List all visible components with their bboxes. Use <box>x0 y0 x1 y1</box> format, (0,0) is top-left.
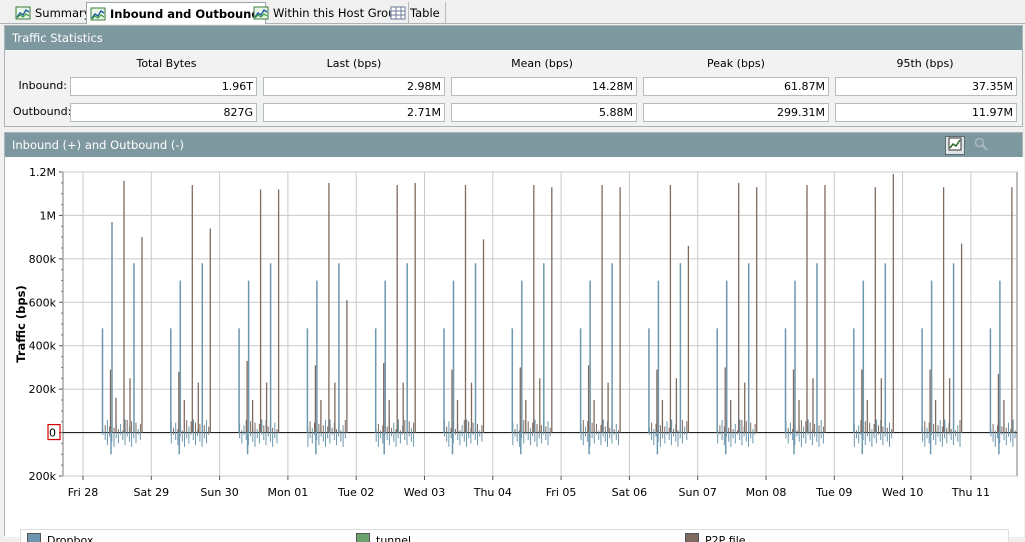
x-tick-label: Thu 04 <box>473 486 512 499</box>
legend-swatch <box>685 533 699 542</box>
inbound-peak: 61.87M <box>643 77 829 96</box>
panel-header: Traffic Statistics <box>5 26 1022 50</box>
outbound-mean: 5.88M <box>451 103 637 122</box>
legend-item-p2p-file[interactable]: P2P file <box>685 532 746 542</box>
y-tick-label: 200k <box>29 470 57 483</box>
tab-within-host-group[interactable]: Within this Host Group <box>250 2 409 23</box>
panel-header: Inbound (+) and Outbound (-) <box>5 133 1022 157</box>
x-tick-label: Fri 05 <box>546 486 577 499</box>
y-tick-label: 200k <box>29 383 57 396</box>
column-header-95th: 95th (bps) <box>896 57 954 70</box>
traffic-chart[interactable]: 1.2M 1M 800k 600k 400k 200k 0 200k Traffic (bps)… <box>5 157 1024 513</box>
legend-label: tunnel <box>376 533 412 542</box>
y-tick-label: 1M <box>40 209 57 222</box>
tab-label: Within this Host Group <box>273 5 403 20</box>
x-tick-label: Sun 07 <box>678 486 716 499</box>
inbound-95th: 37.35M <box>835 77 1017 96</box>
stats-grid: Total Bytes Last (bps) Mean (bps) Peak (… <box>5 50 1024 128</box>
x-tick-label: Wed 03 <box>404 486 445 499</box>
legend-swatch <box>356 533 370 542</box>
legend-item-tunnel[interactable]: tunnel <box>356 532 411 542</box>
zoom-button[interactable] <box>971 136 991 155</box>
chart-options-button[interactable] <box>945 136 965 155</box>
panel-title: Traffic Statistics <box>12 31 103 45</box>
x-tick-label: Sat 06 <box>612 486 648 499</box>
tab-bar: Summary Inbound and Outbound Within this… <box>0 0 1025 24</box>
inbound-mean: 14.28M <box>451 77 637 96</box>
x-tick-label: Tue 02 <box>337 486 374 499</box>
tab-summary[interactable]: Summary <box>12 2 97 23</box>
outbound-last: 2.71M <box>263 103 445 122</box>
x-tick-label: Wed 10 <box>882 486 923 499</box>
tab-inbound-outbound[interactable]: Inbound and Outbound <box>86 2 266 24</box>
row-label-outbound: Outbound: <box>13 105 72 118</box>
x-tick-label: Thu 11 <box>951 486 990 499</box>
tab-label: Summary <box>35 5 91 20</box>
table-icon <box>390 6 406 20</box>
panel-title: Inbound (+) and Outbound (-) <box>12 138 184 152</box>
x-tick-label: Mon 01 <box>268 486 309 499</box>
traffic-statistics-panel: Traffic Statistics Total Bytes Last (bps… <box>4 25 1023 127</box>
y-tick-label: 600k <box>29 296 57 309</box>
tab-table[interactable]: Table <box>387 2 446 23</box>
y-tick-label: 400k <box>29 340 57 353</box>
y-axis-title: Traffic (bps) <box>14 285 28 362</box>
column-header-mean: Mean (bps) <box>511 57 573 70</box>
x-tick-label: Tue 09 <box>815 486 852 499</box>
chart-legend: Dropbox tunnel P2P file <box>20 529 1009 542</box>
x-tick-label: Sun 30 <box>200 486 238 499</box>
column-header-total-bytes: Total Bytes <box>136 57 197 70</box>
chart-options-icon <box>948 137 962 154</box>
zoom-icon <box>974 137 988 154</box>
chart-icon <box>253 6 269 20</box>
legend-label: Dropbox <box>47 533 94 542</box>
chart-icon <box>90 7 106 21</box>
column-header-peak: Peak (bps) <box>707 57 765 70</box>
inbound-total-bytes: 1.96T <box>70 77 257 96</box>
legend-swatch <box>27 533 41 542</box>
x-tick-label: Fri 28 <box>68 486 99 499</box>
y-tick-label: 800k <box>29 253 57 266</box>
column-header-last: Last (bps) <box>326 57 382 70</box>
outbound-95th: 11.97M <box>835 103 1017 122</box>
legend-item-dropbox[interactable]: Dropbox <box>27 532 93 542</box>
inbound-last: 2.98M <box>263 77 445 96</box>
y-tick-label: 1.2M <box>29 166 56 179</box>
chart-icon <box>15 6 31 20</box>
tab-label: Table <box>410 5 440 20</box>
outbound-total-bytes: 827G <box>70 103 257 122</box>
row-label-inbound: Inbound: <box>18 79 67 92</box>
inbound-outbound-chart-panel: Inbound (+) and Outbound (-) 1.2M 1M 800k 6… <box>4 132 1024 542</box>
chart-area: 1.2M 1M 800k 600k 400k 200k 0 200k Traffic (bps)… <box>5 157 1024 542</box>
outbound-peak: 299.31M <box>643 103 829 122</box>
x-tick-label: Mon 08 <box>746 486 787 499</box>
y-tick-label: 0 <box>49 427 56 440</box>
legend-label: P2P file <box>705 533 746 542</box>
tab-label: Inbound and Outbound <box>110 6 260 21</box>
x-tick-label: Sat 29 <box>134 486 170 499</box>
